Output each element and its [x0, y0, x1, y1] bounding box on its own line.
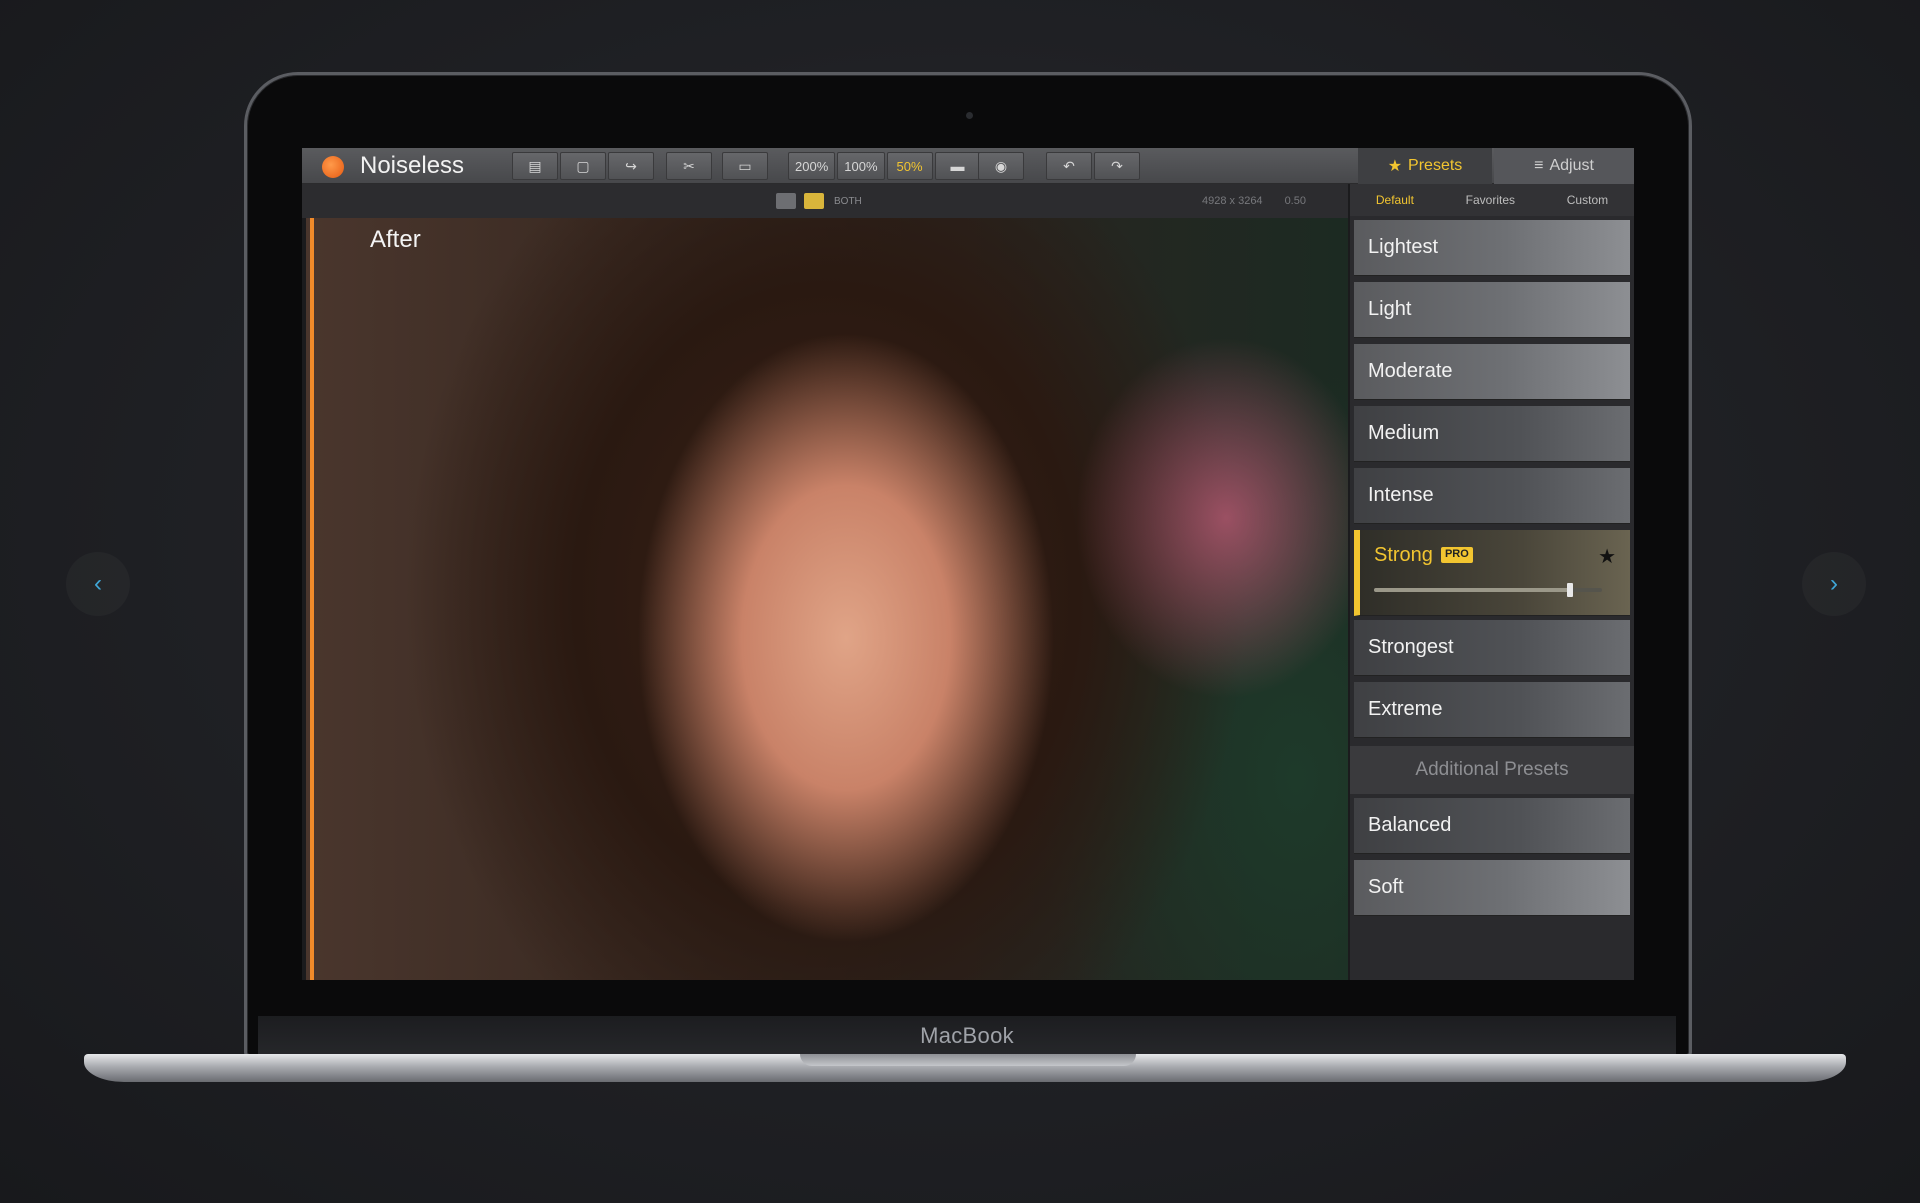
file-buttons: ▤ ▢ ↪ — [512, 152, 654, 180]
zoom-200-button[interactable]: 200% — [788, 152, 836, 180]
preset-label: Balanced — [1368, 814, 1452, 836]
eye-icon: ◉ — [994, 157, 1008, 174]
presets-panel: Default Favorites Custom Lightest Light … — [1350, 184, 1634, 980]
additional-presets-title: Additional Presets — [1415, 759, 1569, 780]
compare-icon: ▭ — [738, 157, 752, 174]
single-view-icon[interactable] — [776, 193, 796, 209]
laptop-chin: MacBook — [258, 1016, 1676, 1056]
preset-extreme[interactable]: Extreme — [1354, 682, 1630, 738]
sub-tab-favorites[interactable]: Favorites — [1458, 189, 1523, 211]
export-button[interactable]: ↪ — [608, 152, 654, 180]
view-options-bar: BOTH 4928 x 3264 0.50 — [302, 184, 1348, 218]
redo-icon: ↷ — [1111, 157, 1123, 174]
export-icon: ↪ — [625, 157, 637, 174]
strength-slider[interactable] — [1374, 583, 1602, 597]
app-window: Noiseless ▤ ▢ ↪ ✂ ▭ 200% 100% 50% ▬ ◉ ↶ … — [302, 148, 1634, 980]
toolbar: Noiseless ▤ ▢ ↪ ✂ ▭ 200% 100% 50% ▬ ◉ ↶ … — [302, 148, 1634, 184]
strength-slider-fill — [1374, 588, 1571, 592]
preset-label: Extreme — [1368, 698, 1443, 720]
tab-adjust[interactable]: ≡ Adjust — [1494, 148, 1634, 184]
split-view-icon[interactable] — [804, 193, 824, 209]
strength-slider-handle[interactable] — [1567, 583, 1574, 597]
preset-label: Soft — [1368, 876, 1404, 898]
preset-medium[interactable]: Medium — [1354, 406, 1630, 462]
undo-button[interactable]: ↶ — [1046, 152, 1092, 180]
zoom-readout: 0.50 — [1284, 195, 1306, 207]
carousel-next-button[interactable]: › — [1802, 552, 1866, 616]
preview-button[interactable]: ◉ — [978, 152, 1024, 180]
folder-icon: ▤ — [528, 157, 542, 174]
zoom-group: 200% 100% 50% ▬ — [788, 152, 981, 180]
chevron-right-icon: › — [1830, 570, 1838, 597]
fit-screen-button[interactable]: ▬ — [934, 152, 981, 180]
fit-icon: ▬ — [950, 158, 965, 174]
preset-label: Medium — [1368, 422, 1440, 444]
preset-label: Intense — [1368, 484, 1434, 506]
image-info: 4928 x 3264 0.50 — [1202, 195, 1306, 207]
preset-label: Moderate — [1368, 360, 1453, 382]
device-label: MacBook — [920, 1023, 1014, 1048]
preset-intense[interactable]: Intense — [1354, 468, 1630, 524]
crop-button[interactable]: ✂ — [666, 152, 712, 180]
preset-moderate[interactable]: Moderate — [1354, 344, 1630, 400]
tab-adjust-label: Adjust — [1549, 157, 1594, 174]
preset-lightest[interactable]: Lightest — [1354, 220, 1630, 276]
laptop-notch — [800, 1054, 1136, 1066]
open-file-button[interactable]: ▤ — [512, 152, 558, 180]
crop-group: ✂ — [666, 152, 712, 180]
view-mode-switch: BOTH — [776, 193, 862, 209]
redo-button[interactable]: ↷ — [1094, 152, 1140, 180]
batch-button[interactable]: ▢ — [560, 152, 606, 180]
tab-presets-label: Presets — [1408, 157, 1463, 174]
preset-sub-tabs: Default Favorites Custom — [1350, 184, 1634, 216]
preset-light[interactable]: Light — [1354, 282, 1630, 338]
preset-balanced[interactable]: Balanced — [1354, 798, 1630, 854]
preset-strongest[interactable]: Strongest — [1354, 620, 1630, 676]
favorite-star-icon[interactable]: ★ — [1598, 544, 1616, 569]
zoom-50-button[interactable]: 50% — [886, 152, 933, 180]
image-size: 4928 x 3264 — [1202, 195, 1263, 207]
sub-tab-custom[interactable]: Custom — [1559, 189, 1616, 211]
app-title: Noiseless — [360, 152, 465, 179]
view-mode-label: BOTH — [834, 195, 862, 207]
chevron-left-icon: ‹ — [94, 570, 102, 597]
preset-strong-selected[interactable]: Strong PRO ★ — [1354, 530, 1630, 616]
preset-label: Strong — [1374, 544, 1433, 566]
history-group: ↶ ↷ — [1046, 152, 1140, 180]
scissors-icon: ✂ — [683, 157, 695, 174]
preset-soft[interactable]: Soft — [1354, 860, 1630, 916]
sub-tab-default[interactable]: Default — [1368, 189, 1422, 211]
preset-label: Lightest — [1368, 236, 1439, 258]
compare-group: ▭ — [722, 152, 768, 180]
compare-split-handle[interactable] — [310, 218, 314, 980]
camera-icon — [966, 112, 973, 119]
after-label: After — [370, 226, 421, 253]
app-logo-icon — [322, 156, 344, 178]
sliders-icon: ≡ — [1534, 157, 1544, 174]
preset-label: Strongest — [1368, 636, 1454, 658]
zoom-100-button[interactable]: 100% — [837, 152, 885, 180]
photo-canvas[interactable] — [306, 218, 1348, 980]
star-icon: ★ — [1387, 158, 1403, 175]
additional-presets-header: Additional Presets — [1350, 746, 1634, 794]
pro-badge: PRO — [1440, 547, 1473, 563]
view-group: ◉ — [978, 152, 1024, 180]
batch-icon: ▢ — [576, 157, 590, 174]
tab-presets[interactable]: ★ Presets — [1358, 148, 1492, 184]
compare-button[interactable]: ▭ — [722, 152, 768, 180]
undo-icon: ↶ — [1063, 157, 1075, 174]
carousel-prev-button[interactable]: ‹ — [66, 552, 130, 616]
preset-label: Light — [1368, 298, 1412, 320]
